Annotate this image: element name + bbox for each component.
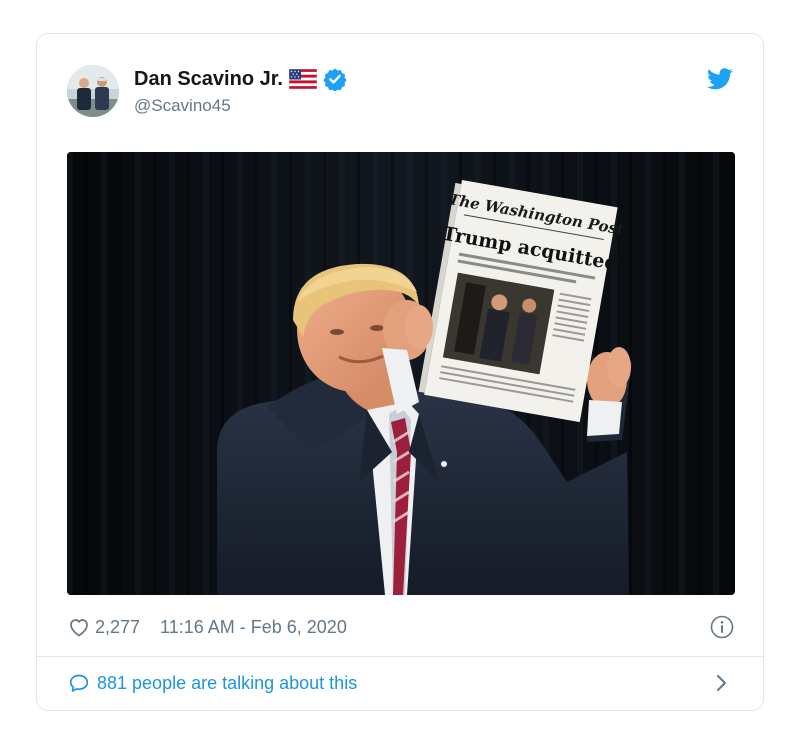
verified-badge-icon bbox=[323, 67, 347, 92]
conversation-count-text[interactable]: 881 people are talking about this bbox=[97, 673, 357, 694]
tweet-photo[interactable]: The Washington Post Trump acquitted bbox=[67, 152, 735, 595]
speech-bubble-icon bbox=[67, 671, 91, 695]
tweet-timestamp[interactable]: 11:16 AM - Feb 6, 2020 bbox=[160, 617, 347, 638]
us-flag-icon bbox=[288, 68, 318, 90]
like-heart-icon[interactable] bbox=[67, 615, 91, 639]
author-avatar[interactable] bbox=[67, 65, 119, 117]
chevron-right-icon[interactable] bbox=[711, 671, 731, 695]
embedded-tweet-card: Dan Scavino Jr. @Scavino45 The Washingto… bbox=[36, 33, 764, 711]
conversation-link[interactable]: 881 people are talking about this bbox=[67, 668, 735, 698]
twitter-bird-icon[interactable] bbox=[707, 68, 733, 90]
info-icon[interactable] bbox=[709, 614, 735, 640]
like-count[interactable]: 2,277 bbox=[95, 617, 140, 638]
author-display-name[interactable]: Dan Scavino Jr. bbox=[134, 68, 283, 91]
footer-divider bbox=[37, 656, 763, 657]
author-handle[interactable]: @Scavino45 bbox=[134, 96, 231, 116]
